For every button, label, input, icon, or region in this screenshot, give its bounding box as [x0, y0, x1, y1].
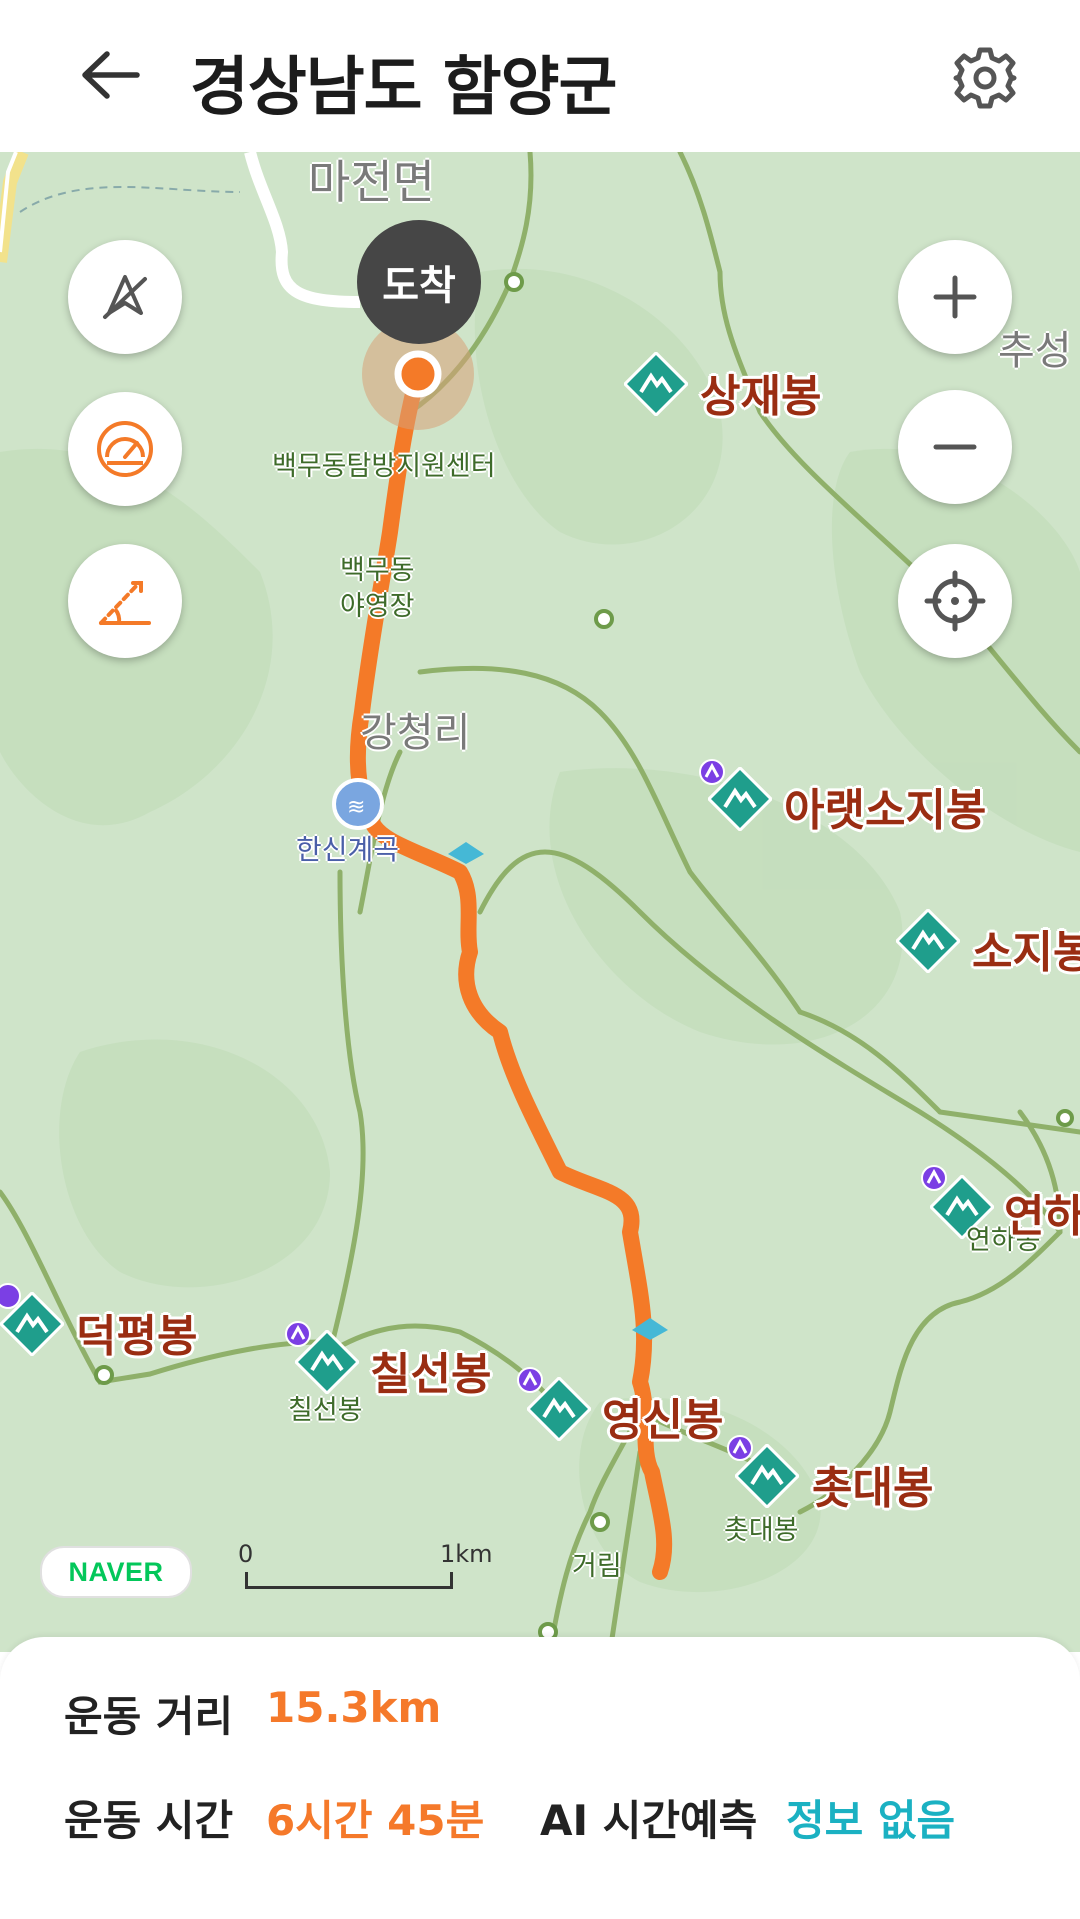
- speedometer-icon: [97, 421, 153, 477]
- distance-label: 운동 거리: [64, 1692, 234, 1741]
- shelter-icon: [727, 1435, 753, 1461]
- scale-end-label: 1km: [440, 1540, 493, 1568]
- place-label: 칠선봉: [288, 1395, 363, 1426]
- place-label: 야영장: [340, 591, 415, 622]
- svg-text:≋: ≋: [347, 795, 365, 820]
- shelter-icon: [285, 1321, 311, 1347]
- back-arrow-icon: [82, 51, 140, 99]
- arrival-marker[interactable]: 도착: [357, 220, 481, 344]
- gear-icon: [953, 47, 1017, 109]
- stats-panel: 운동 거리 15.3km 운동 시간 6시간 45분 AI 시간예측 정보 없음: [0, 1637, 1080, 1919]
- place-label: 촛대봉: [724, 1515, 799, 1546]
- mountain-peak-icon[interactable]: [896, 909, 960, 973]
- scale-start-label: 0: [238, 1540, 254, 1568]
- town-label: 마전면: [308, 155, 435, 209]
- place-label: 거림: [572, 1551, 622, 1582]
- page-title: 경상남도 함양군: [190, 51, 617, 125]
- compass-off-icon: [103, 275, 147, 319]
- elevation-button[interactable]: [68, 544, 182, 658]
- app-header: 경상남도 함양군: [0, 0, 1080, 152]
- compass-toggle-button[interactable]: [68, 240, 182, 354]
- peak-label[interactable]: 소지봉: [972, 916, 1080, 980]
- zoom-in-button[interactable]: [898, 240, 1012, 354]
- shelter-icon: [0, 1283, 21, 1309]
- ai-prediction-label: AI 시간예측: [540, 1796, 758, 1845]
- locate-icon: [924, 570, 986, 632]
- time-label: 운동 시간: [64, 1796, 234, 1845]
- stream-label: 한신계곡: [296, 833, 400, 866]
- shelter-icon: [699, 759, 725, 785]
- my-location-button[interactable]: [898, 544, 1012, 658]
- ai-prediction-value: 정보 없음: [786, 1796, 956, 1845]
- place-label: 백무동탐방지원센터: [272, 451, 496, 482]
- place-label: 백무동: [340, 555, 415, 586]
- plus-icon: [933, 275, 977, 319]
- minus-icon: [933, 444, 977, 450]
- time-value: 6시간 45분: [266, 1796, 485, 1845]
- back-button[interactable]: [70, 40, 150, 110]
- naver-attribution: NAVER: [40, 1546, 192, 1598]
- peak-label[interactable]: 상재봉: [700, 360, 821, 424]
- peak-label[interactable]: 덕평봉: [76, 1300, 197, 1364]
- town-label: 추성: [998, 328, 1072, 374]
- trail-map[interactable]: ≋ 마전면 강청리 추성 백무동탐방지원센터 백무동 야영장 한신계곡 칠선봉 …: [0, 152, 1080, 1652]
- peak-label[interactable]: 영신봉: [602, 1384, 723, 1448]
- speed-button[interactable]: [68, 392, 182, 506]
- elevation-icon: [99, 581, 151, 625]
- settings-button[interactable]: [945, 38, 1025, 118]
- peak-label[interactable]: 칠선봉: [370, 1338, 491, 1402]
- peak-label[interactable]: 촛대봉: [812, 1452, 933, 1516]
- distance-value: 15.3km: [266, 1683, 442, 1732]
- peak-label[interactable]: 아랫소지봉: [784, 774, 986, 838]
- zoom-out-button[interactable]: [898, 390, 1012, 504]
- peak-label[interactable]: 연하: [1004, 1180, 1080, 1244]
- town-label: 강청리: [360, 710, 471, 756]
- shelter-icon: [517, 1367, 543, 1393]
- mountain-peak-icon[interactable]: [624, 352, 688, 416]
- scale-bar: [245, 1572, 453, 1589]
- shelter-icon: [921, 1165, 947, 1191]
